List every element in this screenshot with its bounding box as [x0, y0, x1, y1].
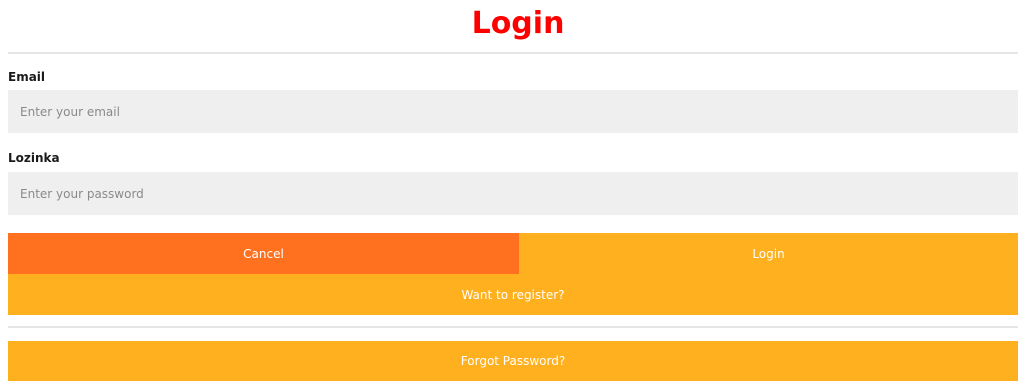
- email-label: Email: [8, 70, 46, 84]
- email-input[interactable]: [8, 90, 1018, 133]
- forgot-password-button[interactable]: Forgot Password?: [8, 341, 1018, 381]
- title-divider: [8, 52, 1018, 54]
- page-title: Login: [471, 6, 565, 41]
- cancel-button[interactable]: Cancel: [8, 233, 519, 274]
- register-button[interactable]: Want to register?: [8, 274, 1018, 315]
- password-label: Lozinka: [8, 151, 60, 165]
- login-button[interactable]: Login: [519, 233, 1018, 274]
- password-input[interactable]: [8, 172, 1018, 215]
- login-page: Login Email Lozinka Cancel Login Want to…: [0, 0, 1018, 381]
- section-divider: [8, 326, 1018, 328]
